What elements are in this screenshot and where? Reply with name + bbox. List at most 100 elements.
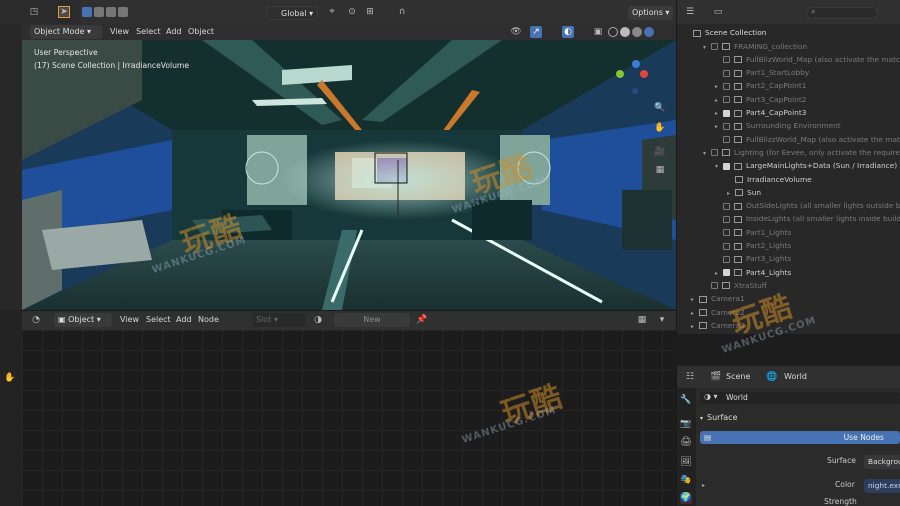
properties-type-icon[interactable]: ☷ [684,371,696,383]
gizmo-y-axis[interactable] [616,70,624,78]
exclude-checkbox[interactable] [723,56,730,64]
camera-view-icon[interactable]: 🎥 [654,146,666,158]
render-tab-icon[interactable]: 📷 [680,418,692,430]
outliner-row[interactable]: ▾ FRAMING_collection [677,40,900,53]
exclude-checkbox[interactable] [723,215,730,223]
exclude-checkbox[interactable] [723,229,730,237]
node-menu-view[interactable]: View [120,312,139,328]
outliner-row[interactable]: XtraStuff [677,279,900,292]
zoom-icon[interactable]: 🔍 [654,102,666,114]
gizmo-icon[interactable]: ↗ [530,26,542,38]
tool-tab-icon[interactable]: 🔧 [680,394,692,406]
exclude-checkbox[interactable] [723,109,730,117]
menu-add[interactable]: Add [166,24,182,40]
expand-toggle-icon[interactable]: ▸ [691,293,699,305]
exclude-checkbox[interactable] [711,282,718,290]
pivot-icon[interactable]: ⌖ [326,6,338,18]
node-editor-type-icon[interactable]: ◔ [30,314,42,326]
expand-toggle-icon[interactable]: ▸ [727,187,735,199]
select-mode-icon[interactable] [82,7,92,17]
node-canvas[interactable] [22,330,676,506]
outliner-search-input[interactable]: ⌕ [806,7,878,19]
select-extend-icon[interactable] [94,7,104,17]
node-menu-node[interactable]: Node [198,312,219,328]
pin-icon[interactable]: 📌 [416,314,428,326]
node-menu-add[interactable]: Add [176,312,192,328]
node-hand-icon[interactable]: ✋ [4,372,16,384]
expand-toggle-icon[interactable]: ▸ [715,80,723,92]
expand-toggle-icon[interactable]: ▾ [703,147,711,159]
falloff-icon[interactable]: ∩ [396,6,408,18]
selection-mode-group[interactable] [82,7,128,19]
outliner-row[interactable]: FullBlizzWorld_Map (also activate the ma… [677,133,900,146]
snap-icon[interactable]: ⊙ [346,6,358,18]
expand-toggle-icon[interactable]: ▸ [691,320,699,332]
gizmo-x-axis[interactable] [640,70,648,78]
node-menu-select[interactable]: Select [146,312,171,328]
exclude-checkbox[interactable] [723,96,730,104]
color-expand-icon[interactable]: ▸ [702,482,705,489]
use-nodes-button[interactable]: ▤ Use Nodes [700,431,900,444]
exclude-checkbox[interactable] [723,269,730,277]
expand-toggle-icon[interactable]: ▸ [715,267,723,279]
select-intersect-icon[interactable] [118,7,128,17]
shading-modes[interactable] [608,27,654,37]
outliner-list[interactable]: Scene Collection ▾ FRAMING_collection Full… [676,24,900,334]
outliner-row[interactable]: Part1_StartLobby [677,66,900,79]
wireframe-shading-icon[interactable] [608,27,618,37]
exclude-checkbox[interactable] [723,136,730,144]
menu-select[interactable]: Select [136,24,161,40]
viewport-3d[interactable]: User Perspective (17) Scene Collection |… [22,40,676,310]
expand-toggle-icon[interactable]: ▸ [715,120,723,132]
outliner-row[interactable]: ▸ Part2_CapPoint1 [677,79,900,92]
solid-shading-icon[interactable] [620,27,630,37]
exclude-checkbox[interactable] [723,122,730,130]
new-world-button[interactable]: New [334,313,410,327]
grid-view-icon[interactable]: ▦ [654,164,666,176]
view-layer-tab-icon[interactable]: 🖼 [680,456,692,468]
mode-dropdown[interactable]: Object Mode ▾ [30,25,102,39]
sidebar-toggle-icon[interactable]: ▾ [656,314,668,326]
color-value-field[interactable]: night.exr [864,479,900,493]
outliner-row[interactable]: ▸ Part4_Lights [677,266,900,279]
exclude-checkbox[interactable] [723,69,730,77]
world-tab-icon[interactable]: 🌐 [766,371,778,383]
options-dropdown[interactable]: Options ▾ [628,6,674,20]
outliner-row[interactable]: FullBlizWorld_Map (also activate the mat… [677,53,900,66]
outliner-row[interactable]: InsideLights (all smaller lights inside … [677,212,900,225]
outliner-row[interactable]: IrradianceVolume [677,173,900,186]
outliner-row[interactable]: ▾ Lighting (for Eevee, only activate the … [677,146,900,159]
gizmo-z-axis[interactable] [632,60,640,68]
outliner-row[interactable]: Part1_Lights [677,226,900,239]
outliner-row[interactable]: Part2_Lights [677,239,900,252]
tab-scene[interactable]: Scene [726,369,750,385]
exclude-checkbox[interactable] [723,202,730,210]
xray-icon[interactable]: ▣ [592,26,604,38]
overlay-icon[interactable]: ◐ [562,26,574,38]
menu-object[interactable]: Object [188,24,214,40]
expand-toggle-icon[interactable]: ▸ [715,107,723,119]
menu-view[interactable]: View [110,24,129,40]
outliner-row[interactable]: ▸ Sun [677,186,900,199]
surface-value-field[interactable]: Backgrou [864,455,900,469]
visibility-icon[interactable]: 👁 [510,26,522,38]
outliner-row[interactable]: ▸ Surrounding Environment [677,119,900,132]
scene-tab-icon[interactable]: 🎬 [710,371,722,383]
exclude-checkbox[interactable] [723,162,730,170]
surface-section-header[interactable]: ▾ Surface [700,412,900,424]
select-cursor-icon[interactable]: ➤ [58,6,70,18]
expand-toggle-icon[interactable]: ▸ [691,307,699,319]
editor-type-icon[interactable]: ◳ [28,6,40,18]
exclude-checkbox[interactable] [711,149,718,157]
outliner-row[interactable]: ▸ Part4_CapPoint3 [677,106,900,119]
exclude-checkbox[interactable] [711,43,718,50]
scene-props-tab-icon[interactable]: 🎭 [680,474,692,486]
backdrop-icon[interactable]: ▦ [636,314,648,326]
output-tab-icon[interactable]: 🖨 [680,436,692,448]
expand-toggle-icon[interactable]: ▾ [715,160,723,172]
outliner-row[interactable]: Part3_Lights [677,252,900,265]
node-mode-dropdown[interactable]: ▣ Object ▾ [54,313,112,327]
expand-toggle-icon[interactable]: ▸ [715,94,723,106]
outliner-row[interactable]: OutSideLights (all smaller lights outsid… [677,199,900,212]
world-props-tab-icon[interactable]: 🌍 [680,492,692,504]
